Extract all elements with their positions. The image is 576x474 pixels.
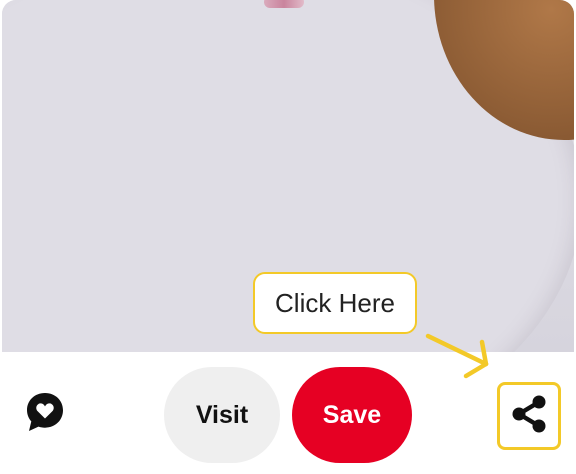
share-icon: [509, 393, 549, 439]
visit-button-label: Visit: [195, 400, 249, 429]
heart-speech-bubble-icon: [25, 391, 65, 437]
image-bead: [264, 0, 304, 8]
save-button-label: Save: [322, 400, 382, 429]
react-button[interactable]: [24, 392, 66, 436]
visit-button[interactable]: Visit: [164, 367, 280, 463]
share-button[interactable]: [497, 382, 561, 450]
callout-text: Click Here: [275, 287, 395, 318]
arrow-down-right-icon: [420, 330, 500, 386]
save-button[interactable]: Save: [292, 367, 412, 463]
pin-closeup-screen: Visit Save Click Here: [0, 0, 576, 474]
click-here-callout: Click Here: [253, 272, 417, 334]
